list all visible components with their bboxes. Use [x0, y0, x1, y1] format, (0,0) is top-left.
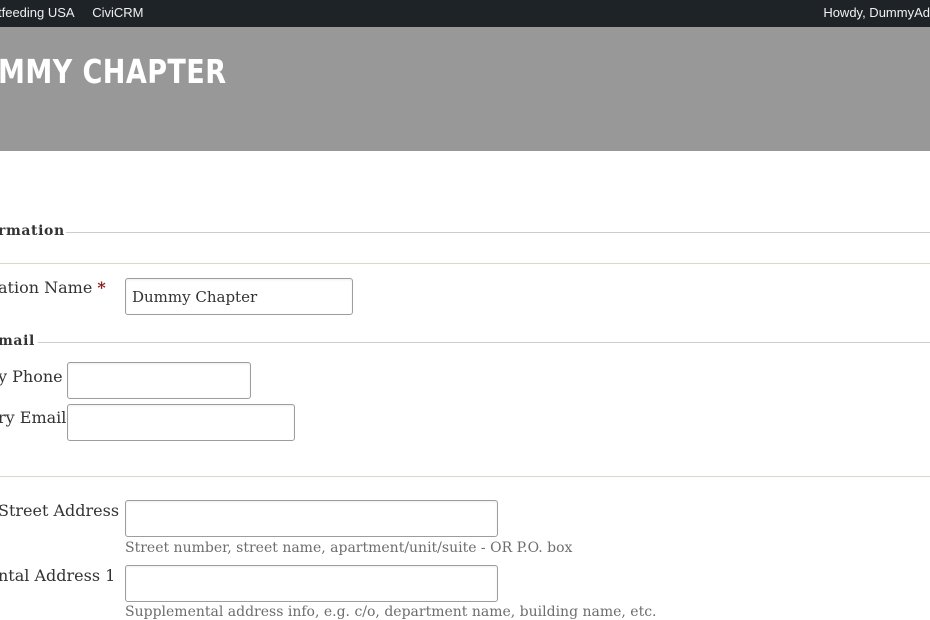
org-name-label-text: ation Name — [0, 278, 93, 297]
howdy-user-menu[interactable]: Howdy, DummyAd — [823, 5, 930, 20]
org-name-label: ation Name * — [0, 278, 106, 297]
section-divider — [0, 263, 930, 264]
org-name-input[interactable] — [125, 278, 353, 315]
supplemental-address-input[interactable] — [125, 565, 498, 602]
supplemental-address-help: Supplemental address info, e.g. c/o, dep… — [125, 604, 657, 620]
street-address-help: Street number, street name, apartment/un… — [125, 540, 573, 556]
section-divider — [0, 476, 930, 477]
email-input[interactable] — [67, 404, 295, 441]
site-name-link[interactable]: tfeeding USA — [0, 5, 75, 20]
admin-bar-left: tfeeding USA CiviCRM — [0, 5, 158, 20]
required-marker: * — [97, 278, 106, 297]
fieldset-legend-email: mail — [0, 333, 35, 349]
fieldset-legend-information: rmation — [0, 223, 65, 239]
street-address-input[interactable] — [125, 500, 498, 537]
page-header-banner: MMY CHAPTER — [0, 27, 930, 151]
fieldset-rule-information — [66, 232, 930, 233]
street-address-label: Street Address — [0, 501, 120, 520]
page-title: MMY CHAPTER — [0, 52, 227, 91]
email-label: ry Email — [0, 408, 67, 427]
fieldset-rule-email — [38, 342, 930, 343]
supplemental-address-label: ntal Address 1 — [0, 566, 116, 585]
phone-input[interactable] — [67, 362, 251, 399]
admin-bar: tfeeding USA CiviCRM Howdy, DummyAd — [0, 0, 930, 27]
phone-label: y Phone — [0, 367, 63, 386]
civicrm-menu-link[interactable]: CiviCRM — [92, 5, 143, 20]
